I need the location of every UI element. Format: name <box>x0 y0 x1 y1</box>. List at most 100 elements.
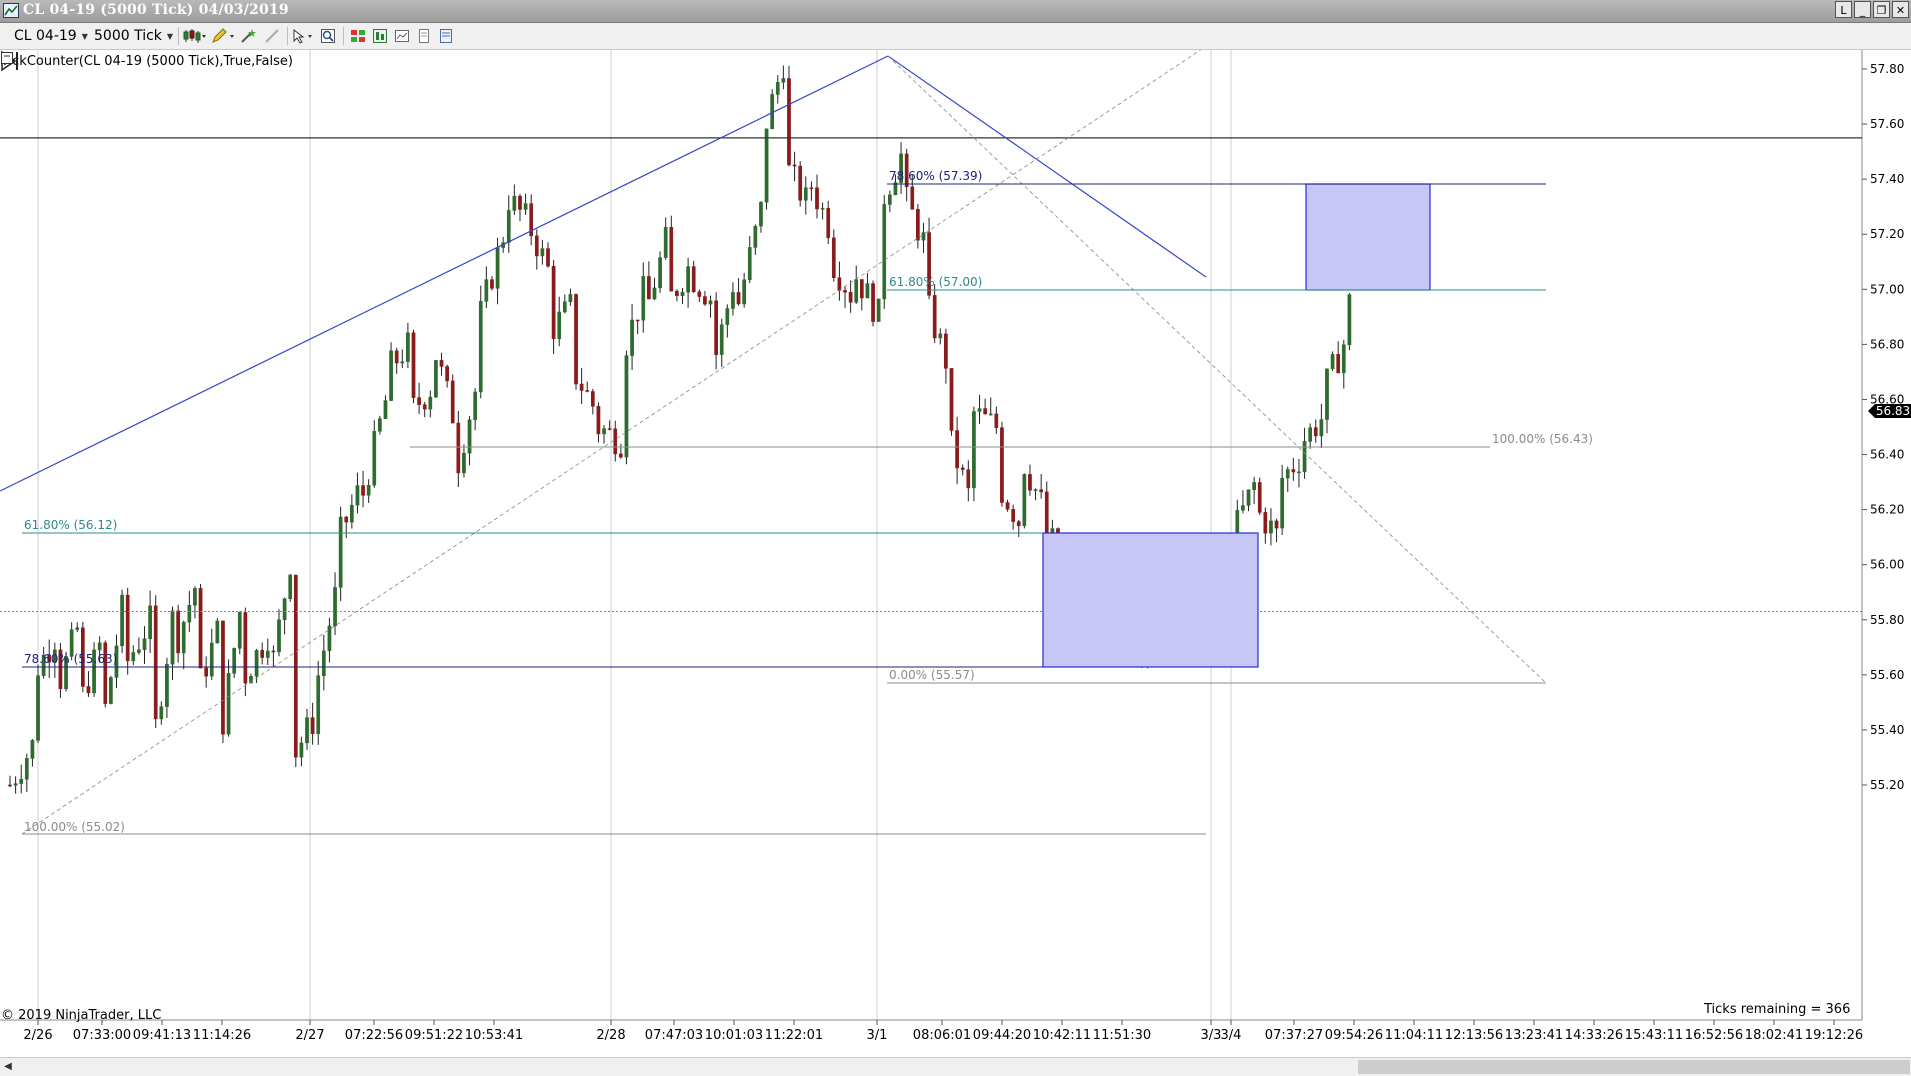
down-candle <box>703 296 707 305</box>
up-candle <box>888 194 892 205</box>
down-candle <box>579 383 584 391</box>
time-axis[interactable]: 2/26 07:33:00 09:41:13 11:14:26 2/27 07:22:56… <box>23 1020 1863 1043</box>
data-box-icon[interactable] <box>416 28 432 44</box>
up-candle <box>1241 505 1245 511</box>
time-tick-label: 2/26 <box>23 1028 52 1043</box>
down-candle <box>394 350 399 364</box>
up-candle <box>1341 344 1346 374</box>
down-candle <box>949 368 954 431</box>
up-candle <box>731 292 735 309</box>
up-candle <box>277 619 281 653</box>
down-candle <box>831 237 836 278</box>
up-candle <box>854 279 859 303</box>
up-candle <box>254 650 259 677</box>
up-candle <box>977 408 982 412</box>
templates-icon[interactable] <box>438 28 454 44</box>
up-candle <box>19 778 24 784</box>
up-candle <box>97 642 102 651</box>
bar-style-icon[interactable] <box>183 28 207 44</box>
fib-level-label: 0.00% (55.57) <box>889 668 975 682</box>
price-tick-label: 57.80 <box>1870 62 1904 76</box>
down-candle <box>792 164 797 167</box>
minimize-button[interactable]: _ <box>1854 1 1871 18</box>
toolbar-divider <box>287 27 288 45</box>
down-candle <box>843 290 847 293</box>
up-candle <box>13 783 18 786</box>
chart-properties-icon[interactable] <box>394 28 410 44</box>
up-candle <box>1033 489 1038 491</box>
scroll-left-icon[interactable]: ◀ <box>1 1060 15 1074</box>
down-candle <box>1005 502 1010 510</box>
up-candle <box>1269 520 1273 534</box>
instrument-selector[interactable]: CL 04-19 ▼ <box>14 26 88 46</box>
down-candle <box>310 717 315 734</box>
up-candle <box>747 247 752 281</box>
up-candle <box>389 350 393 401</box>
up-candle <box>1347 294 1352 345</box>
up-candle <box>641 276 646 321</box>
up-candle <box>865 283 870 299</box>
up-candle <box>764 128 769 203</box>
link-button[interactable]: L <box>1835 1 1852 18</box>
down-candle <box>456 422 461 474</box>
down-candle <box>1044 491 1049 540</box>
price-tick-label: 55.20 <box>1870 778 1904 792</box>
hide-drawings-icon[interactable] <box>264 28 280 44</box>
price-axis[interactable]: 57.8057.6057.4057.2057.0056.8056.6056.40… <box>1862 62 1904 792</box>
up-candle <box>663 227 668 258</box>
trend-line <box>0 55 889 492</box>
time-tick-label: 2/27 <box>295 1028 324 1043</box>
fibonacci-drawings[interactable]: 100.00% (55.02) 61.80% (56.12) 78.60% (55.… <box>22 50 1593 835</box>
up-candle <box>215 620 220 644</box>
strategies-icon[interactable] <box>350 28 366 44</box>
up-candle <box>1285 469 1290 479</box>
time-tick-label: 07:47:03 <box>645 1028 703 1043</box>
up-candle <box>512 195 517 211</box>
scrollbar-thumb[interactable] <box>1358 1060 1910 1074</box>
up-candle <box>988 413 993 416</box>
interval-selector[interactable]: 5000 Tick ▼ <box>94 26 173 46</box>
panel-corner-icon[interactable] <box>0 50 14 66</box>
time-tick-label: 07:33:00 <box>73 1028 131 1043</box>
pencil-draw-icon[interactable] <box>211 28 235 44</box>
down-candle <box>125 594 130 662</box>
up-candle <box>181 621 186 654</box>
restore-button[interactable]: ❐ <box>1873 1 1890 18</box>
down-candle <box>1257 482 1262 513</box>
up-candle <box>652 287 657 300</box>
up-candle <box>1302 441 1307 473</box>
chart-app-icon <box>3 3 19 18</box>
close-button[interactable]: ✕ <box>1892 1 1909 18</box>
time-tick-label: 19:12:26 <box>1805 1028 1863 1043</box>
down-candle <box>798 165 803 201</box>
up-candle <box>434 360 438 398</box>
up-candle <box>658 257 662 289</box>
down-candle <box>551 265 556 340</box>
horizontal-scrollbar[interactable]: ◀ <box>0 1057 1911 1076</box>
price-tick-label: 56.20 <box>1870 503 1904 517</box>
down-candle <box>691 266 696 293</box>
time-tick-label: 13:23:41 <box>1505 1028 1563 1043</box>
price-chart[interactable]: 57.8057.6057.4057.2057.0056.8056.6056.40… <box>0 50 1911 1057</box>
time-tick-label: 11:14:26 <box>193 1028 251 1043</box>
cursor-arrow-icon[interactable] <box>292 28 316 44</box>
down-candle <box>445 366 449 382</box>
fib-level-label: 78.60% (55.63) <box>24 652 117 666</box>
price-tick-label: 56.80 <box>1870 337 1904 351</box>
last-price-marker: 56.83 <box>1868 404 1911 418</box>
indicators-icon[interactable] <box>372 28 388 44</box>
up-candle <box>282 598 287 621</box>
down-candle <box>86 686 91 694</box>
up-candle <box>355 485 360 506</box>
zoom-icon[interactable] <box>320 28 336 44</box>
down-candle <box>176 610 180 654</box>
up-candle <box>462 452 466 474</box>
up-candle <box>562 301 567 313</box>
up-candle <box>120 594 124 647</box>
down-candle <box>518 195 522 210</box>
chart-panel[interactable]: 57.80 57.60 57.40 57.20 57.00 56.80 56.60 56.40… <box>0 50 1911 1057</box>
magic-wand-icon[interactable] <box>240 28 256 44</box>
up-candle <box>557 311 562 340</box>
up-candle <box>624 355 629 458</box>
up-candle <box>680 291 685 297</box>
